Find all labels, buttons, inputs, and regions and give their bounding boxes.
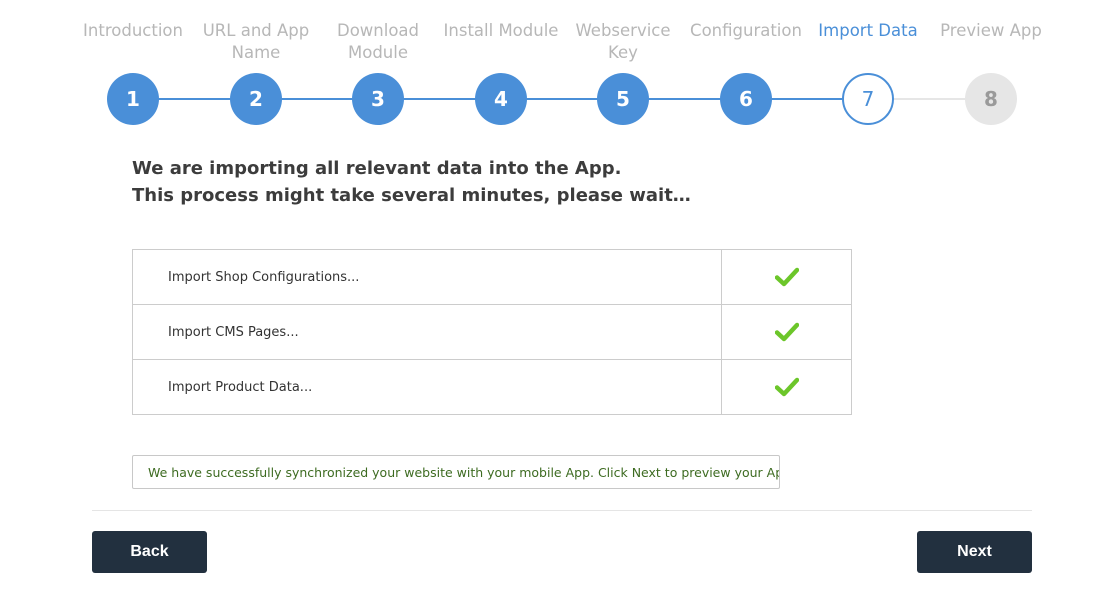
import-status-cell bbox=[722, 250, 851, 304]
check-icon bbox=[774, 377, 799, 397]
import-intro: We are importing all relevant data into … bbox=[132, 155, 691, 209]
import-label: Import Shop Configurations... bbox=[133, 250, 722, 304]
step-circle-4: 4 bbox=[475, 73, 527, 125]
next-button[interactable]: Next bbox=[917, 531, 1032, 573]
step-circle-6: 6 bbox=[720, 73, 772, 125]
step-label-import-data: Import Data bbox=[818, 21, 918, 40]
import-row-product-data: Import Product Data... bbox=[133, 359, 851, 414]
import-status-cell bbox=[722, 305, 851, 359]
import-row-shop-configurations: Import Shop Configurations... bbox=[133, 250, 851, 304]
step-label-url-and-app-name: URL and App Name bbox=[202, 21, 310, 62]
success-message: We have successfully synchronized your w… bbox=[132, 455, 780, 489]
import-row-cms-pages: Import CMS Pages... bbox=[133, 304, 851, 359]
step-label-webservice-key: Webservice Key bbox=[575, 21, 671, 62]
import-label: Import Product Data... bbox=[133, 360, 722, 414]
step-circle-8: 8 bbox=[965, 73, 1017, 125]
step-circle-7: 7 bbox=[842, 73, 894, 125]
step-label-preview-app: Preview App bbox=[940, 21, 1042, 40]
import-label: Import CMS Pages... bbox=[133, 305, 722, 359]
step-circle-5: 5 bbox=[597, 73, 649, 125]
step-label-introduction: Introduction bbox=[83, 21, 183, 40]
footer-divider bbox=[92, 510, 1032, 511]
step-circle-2: 2 bbox=[230, 73, 282, 125]
step-circle-3: 3 bbox=[352, 73, 404, 125]
import-status-table: Import Shop Configurations... Import CMS… bbox=[132, 249, 852, 415]
wizard-steps: Introduction URL and App Name Download M… bbox=[0, 0, 1119, 130]
intro-line-1: We are importing all relevant data into … bbox=[132, 158, 622, 179]
intro-line-2: This process might take several minutes,… bbox=[132, 185, 691, 206]
step-circle-1: 1 bbox=[107, 73, 159, 125]
step-label-install-module: Install Module bbox=[443, 21, 559, 40]
check-icon bbox=[774, 267, 799, 287]
step-label-configuration: Configuration bbox=[690, 21, 802, 40]
check-icon bbox=[774, 322, 799, 342]
back-button[interactable]: Back bbox=[92, 531, 207, 573]
step-label-download-module: Download Module bbox=[336, 21, 420, 62]
import-status-cell bbox=[722, 360, 851, 414]
